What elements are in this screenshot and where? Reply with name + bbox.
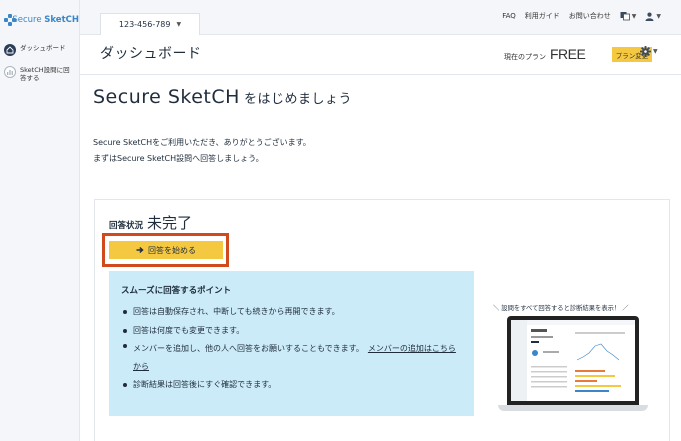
status-value: 未完了 [147, 214, 193, 232]
status-label: 回答状況 [109, 221, 144, 231]
tips-list: 回答は自動保存され、中断しても続きから再開できます。 回答は何度でも変更できます… [121, 306, 462, 390]
chevron-down-icon: ▼ [631, 12, 637, 20]
welcome-title-suffix: をはじめましょう [243, 92, 352, 107]
chevron-down-icon: ▼ [656, 12, 661, 20]
result-preview-image [498, 316, 648, 414]
intro-line-2: まずはSecure SketCH設問へ回答しましょう。 [93, 154, 264, 163]
intro-text: Secure SketCHをご利用いただき、ありがとうございます。 まずはSec… [93, 135, 311, 167]
laptop-base [498, 405, 648, 411]
chevron-down-icon: ▼ [176, 21, 182, 28]
logo-mark-icon [4, 13, 16, 26]
logo-text: Secure SketCH [12, 15, 79, 25]
plan-value: FREE [550, 46, 586, 62]
topbar: 123-456-789 ▼ FAQ 利用ガイド お問い合わせ ▼ ▼ [80, 0, 681, 35]
page-header: ダッシュボード 現在のプラン FREE プラン変更 ▼ [80, 35, 681, 75]
sidebar-item-answer[interactable]: SketCH設問に回答する [0, 60, 79, 86]
chart-icon [4, 66, 16, 78]
faq-link[interactable]: FAQ [502, 12, 516, 20]
sidebar-item-label: ダッシュボード [20, 44, 66, 52]
logo-name: SketCH [44, 14, 79, 25]
plan-label: 現在のプラン [504, 53, 546, 61]
user-menu[interactable]: ▼ [645, 12, 661, 21]
account-id: 123-456-789 [118, 20, 171, 29]
page-title: ダッシュボード [100, 46, 202, 62]
sidebar-item-label: SketCH設問に回答する [20, 66, 70, 83]
screen-content [511, 320, 635, 401]
sidebar-item-dashboard[interactable]: ダッシュボード [0, 30, 79, 60]
account-selector[interactable]: 123-456-789 ▼ [100, 13, 200, 35]
language-menu[interactable]: ▼ [620, 11, 637, 21]
intro-line-1: Secure SketCHをご利用いただき、ありがとうございます。 [93, 138, 311, 147]
list-item: メンバーを追加し、他の人へ回答をお願いすることもできます。 メンバーの追加はこち… [121, 340, 462, 376]
home-icon [4, 44, 16, 56]
status-row: 回答状況 未完了 [109, 212, 192, 233]
list-item: 回答は何度でも変更できます。 [121, 325, 462, 336]
gear-icon [640, 46, 651, 57]
welcome-title-brand: Secure SketCH [93, 86, 240, 108]
list-item: 回答は自動保存され、中断しても続きから再開できます。 [121, 306, 462, 317]
contact-link[interactable]: お問い合わせ [569, 11, 611, 21]
arrow-right-icon [136, 246, 144, 254]
start-answer-label: 回答を始める [148, 245, 196, 255]
answer-status-card: 回答状況 未完了 回答を始める スムーズに回答するポイント 回答は自動保存され、… [94, 199, 670, 441]
dashboard-mockup-icon [511, 320, 635, 401]
preview-caption: ＼ 設問をすべて回答すると診断結果を表示！ ／ [493, 305, 629, 312]
laptop-screen [507, 316, 639, 405]
language-icon [620, 12, 630, 21]
logo-prefix: Secure [12, 14, 45, 25]
settings-menu[interactable]: ▼ [640, 46, 658, 57]
chevron-down-icon: ▼ [653, 48, 658, 55]
tips-title: スムーズに回答するポイント [121, 286, 232, 296]
welcome-title: Secure SketCH をはじめましょう [93, 86, 352, 108]
list-item-text: メンバーを追加し、他の人へ回答をお願いすることもできます。 [133, 344, 360, 353]
guide-link[interactable]: 利用ガイド [525, 11, 560, 21]
tips-box: スムーズに回答するポイント 回答は自動保存され、中断しても続きから再開できます。… [109, 271, 474, 416]
user-icon [645, 12, 654, 21]
start-answer-button[interactable]: 回答を始める [109, 241, 223, 259]
sidebar: Secure SketCH ダッシュボード SketCH設問に回答する [0, 0, 80, 441]
logo[interactable]: Secure SketCH [0, 0, 79, 30]
main-content: Secure SketCH をはじめましょう Secure SketCHをご利用い… [80, 76, 681, 441]
top-links: FAQ 利用ガイド お問い合わせ ▼ ▼ [502, 11, 661, 21]
list-item: 診断結果は回答後にすぐ確認できます。 [121, 379, 462, 390]
